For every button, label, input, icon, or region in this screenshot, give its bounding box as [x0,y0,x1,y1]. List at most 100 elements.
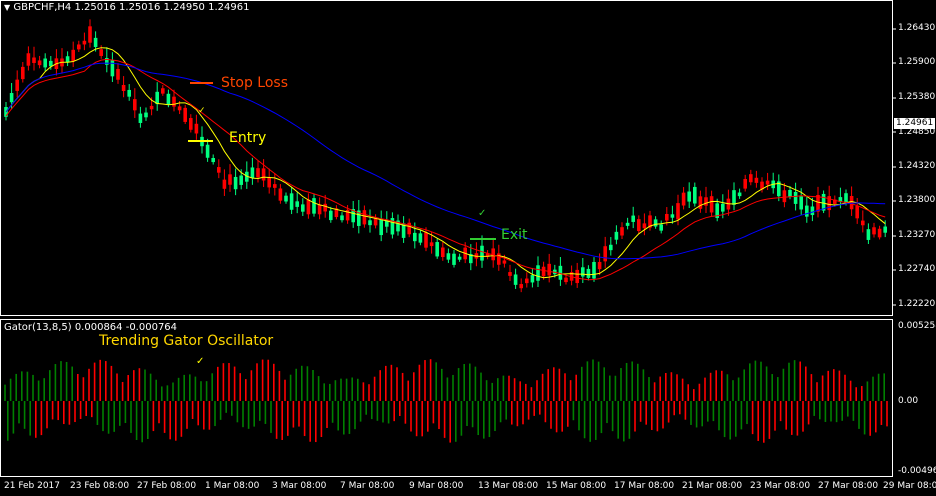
moving-averages [5,47,886,281]
symbol-timeframe: GBPCHF,H4 [13,2,72,13]
candle-body [799,196,803,210]
candle-body [732,190,736,205]
candle-body [749,174,753,183]
candle-body [418,233,423,243]
triangle-down-icon[interactable]: ▼ [4,3,10,12]
candle-body [810,206,815,216]
candle-body [183,107,187,122]
candle-body [782,190,787,203]
candle-body [519,284,523,289]
exit-label: Exit [501,227,528,243]
candle-body [9,93,14,103]
candle-body [82,40,87,45]
price-tick: 1.24320 [898,161,936,171]
candle-body [261,168,266,181]
time-tick: 7 Mar 08:00 [340,481,395,491]
candle-body [138,113,143,123]
candle-body [21,66,25,80]
moving-average-line [5,62,886,260]
candle-body [452,253,456,265]
price-tick: 1.26430 [898,23,936,33]
candle-body [620,227,624,236]
entry-label: Entry [229,130,267,146]
candle-body [788,189,792,197]
time-tick: 9 Mar 08:00 [409,481,464,491]
candle-body [513,274,518,285]
candle-body [642,223,647,229]
candle-body [273,184,277,188]
candle-body [228,174,232,185]
candle-body [497,253,501,265]
osc-tick: -0.004964 [898,466,936,476]
candle-body [278,188,283,201]
candle-body [670,214,675,218]
candle-body [698,196,703,209]
candle-body [77,44,81,50]
candle-body [189,118,193,130]
candle-body [121,84,126,92]
chart-canvas[interactable] [0,0,936,496]
candlestick-series [4,19,887,293]
candle-body [267,177,271,188]
gator-oscillator-label: Trending Gator Oscillator [99,333,274,349]
time-tick: 27 Mar 08:00 [818,481,879,491]
current-price-tag: 1.24961 [894,118,936,129]
checkmark-icon: ✓ [196,356,205,367]
candle-body [637,219,641,232]
candle-body [547,263,551,276]
candle-body [233,176,238,190]
candle-body [457,256,462,260]
candle-body [373,218,378,226]
price-tick: 1.25380 [898,92,936,102]
candle-body [88,26,92,43]
candle-body [754,177,759,183]
checkmark-icon: ✓ [478,208,487,219]
candle-body [217,167,221,173]
price-tick: 1.23800 [898,195,936,205]
candle-body [564,277,568,283]
candle-body [597,261,602,270]
candle-body [37,60,42,66]
candle-body [681,192,686,206]
candle-body [861,220,865,226]
candle-body [379,219,383,236]
osc-tick: 0.00 [898,396,919,406]
candle-body [508,272,512,276]
candle-body [581,267,585,277]
candle-body [26,53,31,66]
candle-body [250,167,255,179]
candle-body [368,220,372,226]
candle-body [631,215,635,222]
candle-body [446,253,451,260]
candle-body [329,210,333,221]
time-tick: 23 Feb 08:00 [70,481,130,491]
candle-body [743,179,747,189]
stop-loss-label: Stop Loss [221,75,288,91]
candle-body [525,278,529,284]
price-tick: 1.22220 [898,299,936,309]
candle-body [530,275,535,283]
candle-body [15,79,19,91]
candle-body [693,186,697,204]
candle-body [866,229,871,240]
candle-body [536,265,540,281]
time-tick: 1 Mar 08:00 [205,481,260,491]
candle-body [480,245,484,261]
gator-histogram [4,359,888,443]
candle-body [99,49,103,56]
candle-body [737,192,742,197]
candle-body [855,205,859,219]
candle-body [704,197,708,206]
time-tick: 3 Mar 08:00 [272,481,327,491]
time-tick: 17 Mar 08:00 [614,481,675,491]
candle-body [441,247,445,258]
candle-body [149,105,154,110]
candle-body [127,89,131,97]
candle-body [239,175,243,185]
time-tick: 27 Feb 08:00 [137,481,197,491]
candle-body [793,191,798,204]
price-tick: 1.25900 [898,57,936,67]
candle-body [211,157,215,163]
time-tick: 21 Feb 2017 [4,481,61,491]
candle-body [256,168,260,178]
